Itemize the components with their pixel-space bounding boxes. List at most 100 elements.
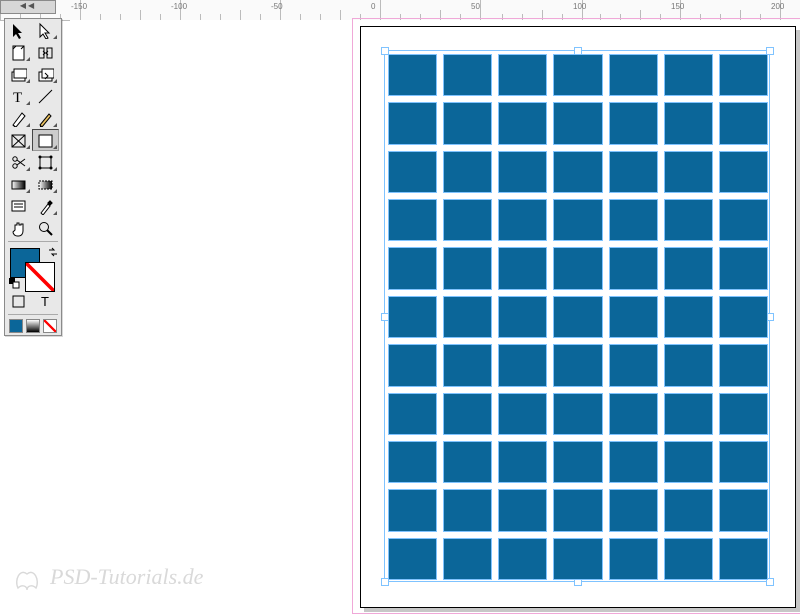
type-tool[interactable]: T: [5, 85, 32, 107]
grid-cell[interactable]: [719, 441, 768, 483]
grid-cell[interactable]: [719, 393, 768, 435]
grid-cell[interactable]: [719, 296, 768, 338]
grid-cell[interactable]: [664, 489, 713, 531]
grid-cell[interactable]: [609, 393, 658, 435]
grid-cell[interactable]: [388, 54, 437, 96]
grid-cell[interactable]: [388, 199, 437, 241]
grid-cell[interactable]: [443, 102, 492, 144]
grid-cell[interactable]: [443, 538, 492, 580]
grid-cell[interactable]: [498, 247, 547, 289]
note-tool[interactable]: [5, 195, 32, 217]
grid-cell[interactable]: [388, 102, 437, 144]
gap-tool[interactable]: [32, 41, 59, 63]
grid-cell[interactable]: [664, 247, 713, 289]
grid-cell[interactable]: [553, 199, 602, 241]
grid-cell[interactable]: [498, 538, 547, 580]
grid-cell[interactable]: [443, 151, 492, 193]
pen-tool[interactable]: [5, 107, 32, 129]
swap-fill-stroke-icon[interactable]: [48, 247, 58, 257]
grid-cell[interactable]: [719, 54, 768, 96]
grid-cell[interactable]: [443, 441, 492, 483]
grid-cell[interactable]: [664, 296, 713, 338]
grid-cell[interactable]: [553, 489, 602, 531]
grid-cell[interactable]: [719, 199, 768, 241]
grid-cell[interactable]: [664, 151, 713, 193]
grid-cell[interactable]: [553, 538, 602, 580]
grid-cell[interactable]: [498, 102, 547, 144]
stroke-swatch[interactable]: [25, 262, 55, 292]
grid-cell[interactable]: [443, 54, 492, 96]
grid-cell[interactable]: [609, 151, 658, 193]
pasteboard[interactable]: [70, 20, 800, 600]
grid-cell[interactable]: [443, 489, 492, 531]
grid-cell[interactable]: [553, 296, 602, 338]
grid-cell[interactable]: [609, 199, 658, 241]
default-fill-stroke-icon[interactable]: [8, 277, 20, 289]
grid-cell[interactable]: [388, 489, 437, 531]
grid-cell[interactable]: [609, 54, 658, 96]
fill-stroke-swatch[interactable]: [5, 244, 61, 290]
grid-cell[interactable]: [719, 489, 768, 531]
formatting-text-button[interactable]: T: [32, 290, 59, 312]
rectangle-tool[interactable]: [32, 129, 59, 151]
grid-cell[interactable]: [443, 296, 492, 338]
grid-cell[interactable]: [443, 393, 492, 435]
grid-cell[interactable]: [719, 247, 768, 289]
grid-cell[interactable]: [498, 199, 547, 241]
rectangle-frame-tool[interactable]: [5, 129, 32, 151]
line-tool[interactable]: [32, 85, 59, 107]
grid-cell[interactable]: [443, 344, 492, 386]
grid-cell[interactable]: [609, 344, 658, 386]
grid-cell[interactable]: [664, 54, 713, 96]
grid-cell[interactable]: [498, 54, 547, 96]
grid-cell[interactable]: [388, 151, 437, 193]
page-tool[interactable]: [5, 41, 32, 63]
grid-cell[interactable]: [553, 344, 602, 386]
content-placer-tool[interactable]: [32, 63, 59, 85]
grid-cell[interactable]: [664, 344, 713, 386]
direct-selection-tool[interactable]: [32, 19, 59, 41]
object-grid[interactable]: [388, 54, 768, 580]
grid-cell[interactable]: [443, 199, 492, 241]
grid-cell[interactable]: [719, 151, 768, 193]
scissors-tool[interactable]: [5, 151, 32, 173]
grid-cell[interactable]: [609, 538, 658, 580]
grid-cell[interactable]: [388, 538, 437, 580]
pencil-tool[interactable]: [32, 107, 59, 129]
grid-cell[interactable]: [498, 151, 547, 193]
grid-cell[interactable]: [498, 296, 547, 338]
apply-none-button[interactable]: [43, 319, 57, 333]
grid-cell[interactable]: [388, 441, 437, 483]
apply-gradient-button[interactable]: [26, 319, 40, 333]
hand-tool[interactable]: [5, 217, 32, 239]
apply-color-button[interactable]: [9, 319, 23, 333]
content-collector-tool[interactable]: [5, 63, 32, 85]
grid-cell[interactable]: [719, 538, 768, 580]
grid-cell[interactable]: [664, 102, 713, 144]
grid-cell[interactable]: [553, 54, 602, 96]
grid-cell[interactable]: [498, 393, 547, 435]
grid-cell[interactable]: [553, 151, 602, 193]
grid-cell[interactable]: [443, 247, 492, 289]
grid-cell[interactable]: [609, 489, 658, 531]
formatting-container-button[interactable]: [5, 290, 32, 312]
grid-cell[interactable]: [664, 199, 713, 241]
grid-cell[interactable]: [664, 441, 713, 483]
grid-cell[interactable]: [553, 102, 602, 144]
grid-cell[interactable]: [609, 441, 658, 483]
grid-cell[interactable]: [609, 247, 658, 289]
grid-cell[interactable]: [664, 538, 713, 580]
grid-cell[interactable]: [388, 393, 437, 435]
free-transform-tool[interactable]: [32, 151, 59, 173]
grid-cell[interactable]: [388, 296, 437, 338]
gradient-swatch-tool[interactable]: [5, 173, 32, 195]
grid-cell[interactable]: [664, 393, 713, 435]
grid-cell[interactable]: [719, 344, 768, 386]
grid-cell[interactable]: [609, 102, 658, 144]
grid-cell[interactable]: [498, 489, 547, 531]
grid-cell[interactable]: [553, 393, 602, 435]
grid-cell[interactable]: [498, 344, 547, 386]
grid-cell[interactable]: [388, 344, 437, 386]
eyedropper-tool[interactable]: [32, 195, 59, 217]
panel-collapse-button[interactable]: ◀◀: [0, 0, 56, 14]
